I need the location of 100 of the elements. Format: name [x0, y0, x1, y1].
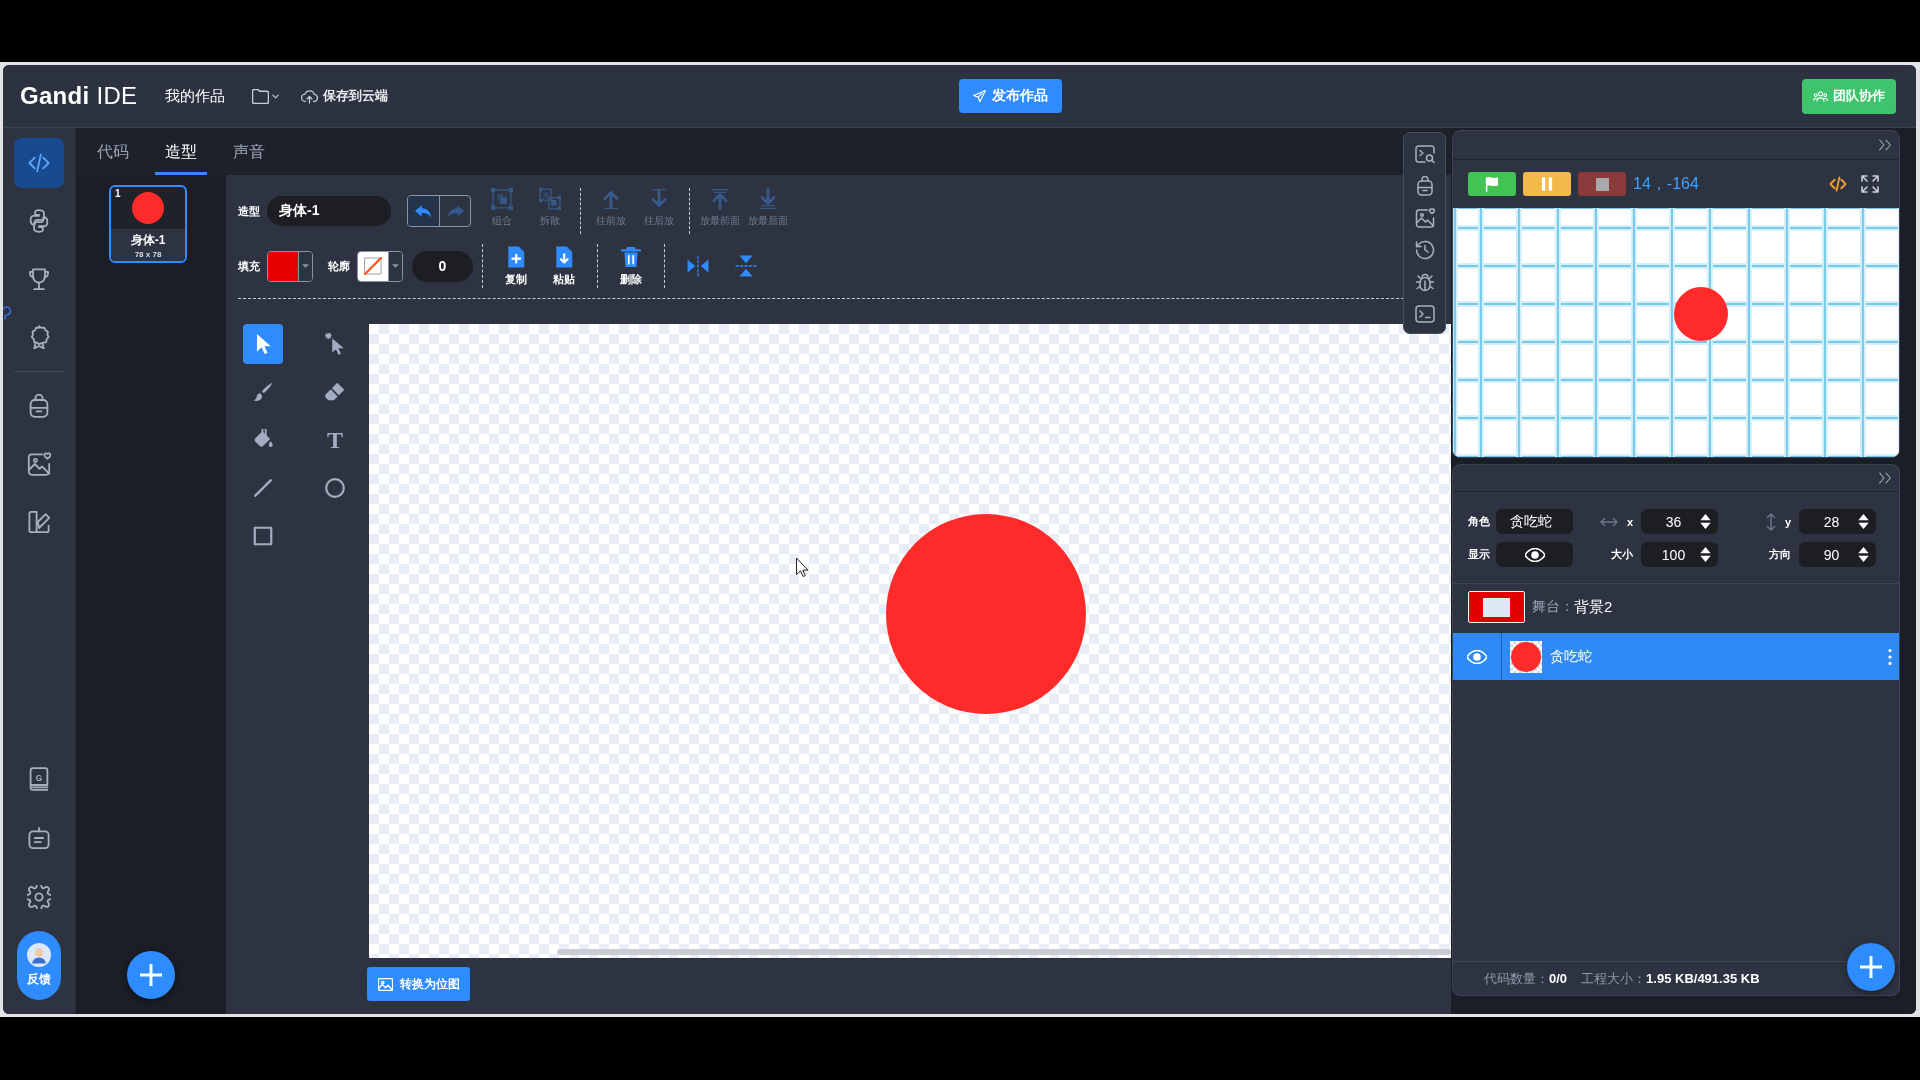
spinner-icon[interactable]	[1858, 547, 1869, 562]
add-costume-button[interactable]	[127, 951, 175, 999]
horizontal-arrows-icon	[1599, 515, 1618, 528]
field-label: y	[1784, 515, 1791, 528]
plus-icon	[1860, 956, 1882, 978]
sprite-name: 贪吃蛇	[1550, 647, 1592, 666]
drawing-canvas[interactable]	[369, 324, 1451, 958]
paste-button[interactable]: 粘贴	[540, 245, 588, 287]
spinner-icon[interactable]	[1858, 514, 1869, 529]
vertical-arrows-icon	[1765, 512, 1776, 531]
avatar-icon	[27, 943, 51, 967]
circle-icon	[324, 477, 346, 499]
terminal-icon[interactable]	[1414, 304, 1435, 324]
editor-tab[interactable]: 代码	[87, 128, 139, 175]
caret-icon	[302, 264, 309, 268]
folder-icon	[252, 88, 270, 104]
stage-row[interactable]: 舞台：背景2	[1453, 584, 1899, 630]
plus-icon	[140, 964, 162, 986]
mouse-pointer-icon	[796, 558, 808, 577]
select-tool-button[interactable]	[243, 324, 283, 364]
caret-icon	[272, 93, 280, 99]
my-works-link[interactable]: 我的作品	[165, 86, 226, 106]
history-icon[interactable]	[1414, 240, 1435, 260]
delete-button[interactable]: 删除	[607, 245, 655, 287]
group-icon	[491, 188, 513, 210]
double-chevron-icon[interactable]	[1879, 472, 1891, 484]
copy-button[interactable]: 复制	[492, 245, 540, 287]
horizontal-scrollbar[interactable]	[557, 949, 1451, 955]
sidebar-item[interactable]: G	[14, 754, 64, 804]
circle-shape[interactable]	[886, 514, 1086, 714]
people-icon	[1813, 89, 1828, 103]
python-icon	[27, 209, 51, 233]
book-pencil-icon	[27, 510, 51, 534]
outline-width-field[interactable]: 0	[412, 250, 473, 282]
undo-button[interactable]	[408, 196, 439, 226]
backpack-icon[interactable]	[1414, 176, 1435, 196]
eye-icon[interactable]	[1467, 649, 1487, 664]
double-chevron-icon[interactable]	[1879, 139, 1891, 151]
more-icon[interactable]	[1888, 648, 1892, 665]
image-heart-icon	[27, 452, 51, 476]
circle-thumbnail-icon	[132, 192, 164, 224]
stop-button[interactable]	[1578, 172, 1626, 196]
cloud-upload-icon	[301, 88, 319, 104]
stop-icon	[1595, 177, 1609, 191]
eraser-icon	[324, 381, 346, 403]
costume-card[interactable]: 1 身体-1 78 x 78	[109, 185, 187, 263]
number-field[interactable]: 90	[1799, 542, 1876, 567]
app-logo: Gandi IDE	[20, 82, 138, 110]
code-count-value: 0/0	[1549, 971, 1568, 986]
field-label: 角色	[1468, 514, 1490, 529]
flip-vertical-icon	[735, 255, 757, 277]
flag-icon	[1485, 176, 1499, 192]
field-label: 造型	[238, 203, 260, 219]
trophy-icon	[27, 267, 51, 291]
code-search-icon[interactable]	[1414, 144, 1435, 164]
field-label: x	[1626, 515, 1633, 528]
pointer-sparkle-icon	[324, 333, 346, 355]
ungroup-icon	[539, 188, 561, 210]
field-label: 显示	[1468, 547, 1490, 562]
visibility-toggle[interactable]	[1496, 542, 1573, 567]
undo-icon	[414, 203, 433, 219]
settings-icon	[27, 885, 51, 909]
editor-tab[interactable]: 声音	[223, 128, 275, 175]
add-sprite-button[interactable]	[1847, 943, 1895, 991]
image-heart-icon[interactable]	[1414, 208, 1435, 228]
pause-icon	[1541, 177, 1553, 191]
number-field[interactable]: 28	[1799, 509, 1876, 534]
sidebar-item[interactable]	[14, 138, 64, 188]
fill-color-picker[interactable]	[267, 250, 313, 282]
arrow-down-icon	[648, 188, 670, 210]
field-label: 填充	[238, 258, 260, 274]
outline-color-picker[interactable]	[357, 250, 403, 282]
document-plus-icon	[505, 245, 527, 268]
sprite-circle[interactable]	[1674, 287, 1728, 341]
number-field[interactable]: 36	[1641, 509, 1718, 534]
code-icon[interactable]	[1829, 175, 1847, 193]
number-field[interactable]: 100	[1641, 542, 1718, 567]
arrow-down-bar-icon	[757, 188, 779, 210]
brush-icon	[252, 381, 274, 403]
code-icon	[27, 151, 51, 175]
backpack-icon	[27, 394, 51, 418]
name-field[interactable]: 贪吃蛇	[1496, 509, 1573, 534]
backdrop-name: 背景2	[1574, 597, 1613, 617]
costume-name-field[interactable]: 身体-1	[267, 196, 391, 226]
spinner-icon[interactable]	[1700, 514, 1711, 529]
stage-view[interactable]	[1453, 208, 1899, 457]
field-label: 方向	[1769, 547, 1791, 562]
flip-horizontal-icon	[687, 255, 709, 277]
paper-plane-icon	[973, 89, 986, 103]
costume-name: 身体-1	[130, 231, 166, 249]
field-label: 轮廓	[328, 258, 350, 274]
folder-menu-button[interactable]	[252, 86, 280, 106]
spinner-icon[interactable]	[1700, 547, 1711, 562]
arrow-up-icon	[600, 188, 622, 210]
fullscreen-icon[interactable]	[1861, 175, 1879, 193]
code-count-label: 代码数量：	[1484, 969, 1549, 988]
project-size-label: 工程大小：	[1581, 969, 1647, 988]
bug-icon[interactable]	[1414, 272, 1435, 292]
save-to-cloud-button[interactable]: 保存到云端	[301, 85, 389, 107]
text-tool-button[interactable]: T	[315, 420, 355, 460]
